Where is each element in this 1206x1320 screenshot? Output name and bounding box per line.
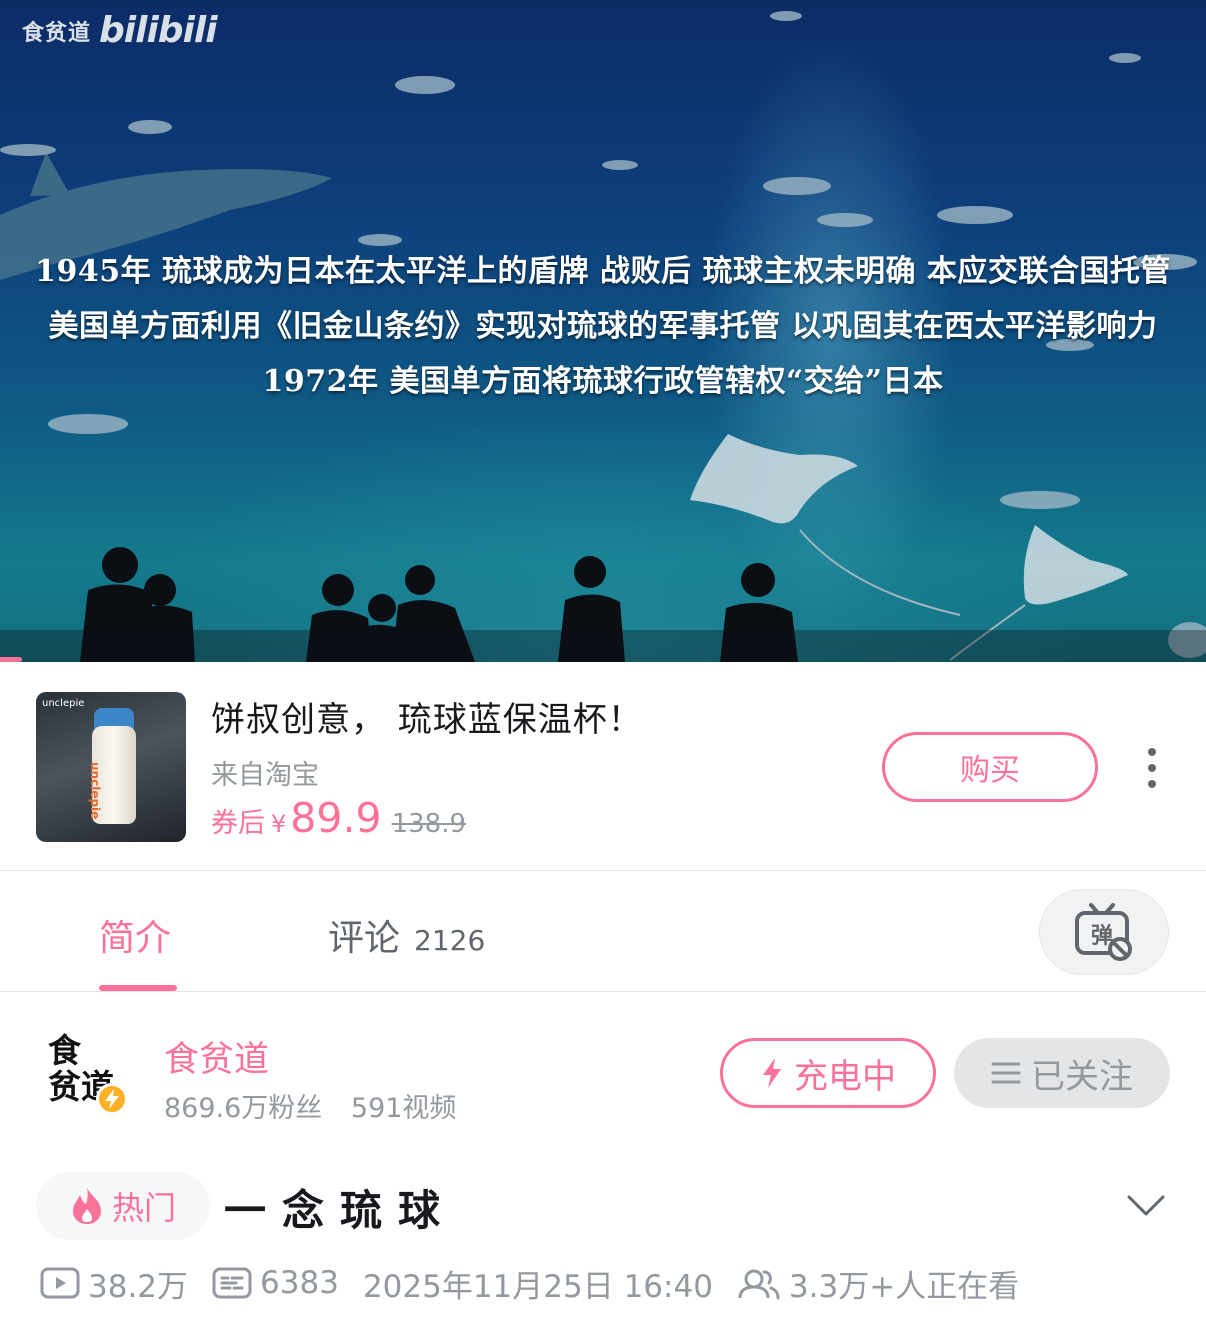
follow-label: 已关注 xyxy=(1031,1056,1133,1097)
charge-button[interactable]: 充电中 xyxy=(720,1038,936,1108)
product-price: 券后 ¥ 89.9 138.9 xyxy=(211,794,466,842)
fire-icon xyxy=(72,1188,101,1224)
product-thumbnail[interactable]: unclepie unclepie xyxy=(36,692,186,842)
tab-comments[interactable]: 评论 2126 xyxy=(328,909,485,961)
viewers-value: 3.3万+人正在看 xyxy=(788,1268,1020,1305)
danmaku-count: 6383 xyxy=(212,1265,339,1301)
subtitle-line: 1945年 琉球成为日本在太平洋上的盾牌 战败后 琉球主权未明确 本应交联合国托… xyxy=(35,254,1171,289)
watermark-channel: 食贫道 xyxy=(22,20,92,46)
danmaku-toggle-button[interactable]: 弹 xyxy=(1039,889,1169,975)
hot-tag[interactable]: 热门 xyxy=(36,1172,210,1240)
currency-symbol: ¥ xyxy=(271,810,287,838)
play-count: 38.2万 xyxy=(40,1261,188,1306)
charge-label: 充电中 xyxy=(794,1056,896,1097)
video-meta: 38.2万 6383 2025年11月25日 16:40 3.3万+人正在看 xyxy=(0,1253,1206,1313)
uploader-name[interactable]: 食贫道 xyxy=(164,1031,269,1082)
subtitle-line: 美国单方面利用《旧金山条约》实现对琉球的军事托管 以巩固其在西太平洋影响力 xyxy=(48,309,1158,344)
danmaku-count-value: 6383 xyxy=(260,1265,339,1301)
product-title[interactable]: 饼叔创意， 琉球蓝保温杯！ xyxy=(211,692,643,741)
buy-button[interactable]: 购买 xyxy=(882,732,1098,802)
watermark: 食贫道 bilibili xyxy=(22,10,218,51)
active-tab-indicator xyxy=(99,985,177,991)
follow-button[interactable]: 已关注 xyxy=(954,1038,1170,1108)
ad-card[interactable]: unclepie unclepie 饼叔创意， 琉球蓝保温杯！ 来自淘宝 券后 … xyxy=(0,662,1206,871)
danmaku-count-icon xyxy=(212,1267,252,1299)
bottle-brand: unclepie xyxy=(88,762,102,820)
product-source: 来自淘宝 xyxy=(211,760,319,791)
subtitle-line: 1972年 美国单方面将琉球行政管辖权“交给”日本 xyxy=(262,364,944,399)
lightning-icon xyxy=(763,1058,781,1088)
viewers: 3.3万+人正在看 xyxy=(737,1261,1019,1306)
price-prefix: 券后 xyxy=(211,808,265,839)
play-count-value: 38.2万 xyxy=(88,1268,189,1305)
hot-label: 热门 xyxy=(111,1189,176,1227)
more-vertical-icon[interactable] xyxy=(1144,748,1160,788)
publish-time: 2025年11月25日 16:40 xyxy=(362,1268,713,1305)
tab-bar: 简介 评论 2126 弹 xyxy=(0,871,1206,992)
video-title: 一念琉球 xyxy=(224,1186,457,1235)
video-player[interactable]: 食贫道 bilibili 1945年 琉球成为日本在太平洋上的盾牌 战败后 琉球… xyxy=(0,0,1206,662)
fans-count: 869.6万粉丝 xyxy=(164,1093,323,1124)
chevron-down-icon[interactable] xyxy=(1126,1193,1166,1219)
uploader-section: 食贫道 食贫道 869.6万粉丝 591视频 充电中 已关注 xyxy=(0,993,1206,1153)
watermark-logo: bilibili xyxy=(99,10,218,51)
title-row: 热门 一念琉球 xyxy=(0,1153,1206,1253)
tab-comments-count: 2126 xyxy=(414,924,486,957)
video-count: 591视频 xyxy=(350,1093,457,1124)
danmaku-off-icon: 弹 xyxy=(1075,903,1132,961)
lightning-badge-icon xyxy=(96,1083,128,1115)
viewers-icon xyxy=(738,1269,780,1300)
tab-comments-label: 评论 xyxy=(328,918,401,959)
avatar[interactable]: 食贫道 xyxy=(44,1029,130,1115)
price-value: 89.9 xyxy=(290,794,382,842)
menu-lines-icon xyxy=(991,1062,1021,1084)
uploader-stats: 869.6万粉丝 591视频 xyxy=(164,1086,456,1125)
tab-intro[interactable]: 简介 xyxy=(99,909,171,961)
original-price: 138.9 xyxy=(391,809,467,839)
subtitles: 1945年 琉球成为日本在太平洋上的盾牌 战败后 琉球主权未明确 本应交联合国托… xyxy=(0,244,1206,409)
thumbnail-brand: unclepie xyxy=(42,698,85,709)
play-count-icon xyxy=(40,1267,80,1299)
